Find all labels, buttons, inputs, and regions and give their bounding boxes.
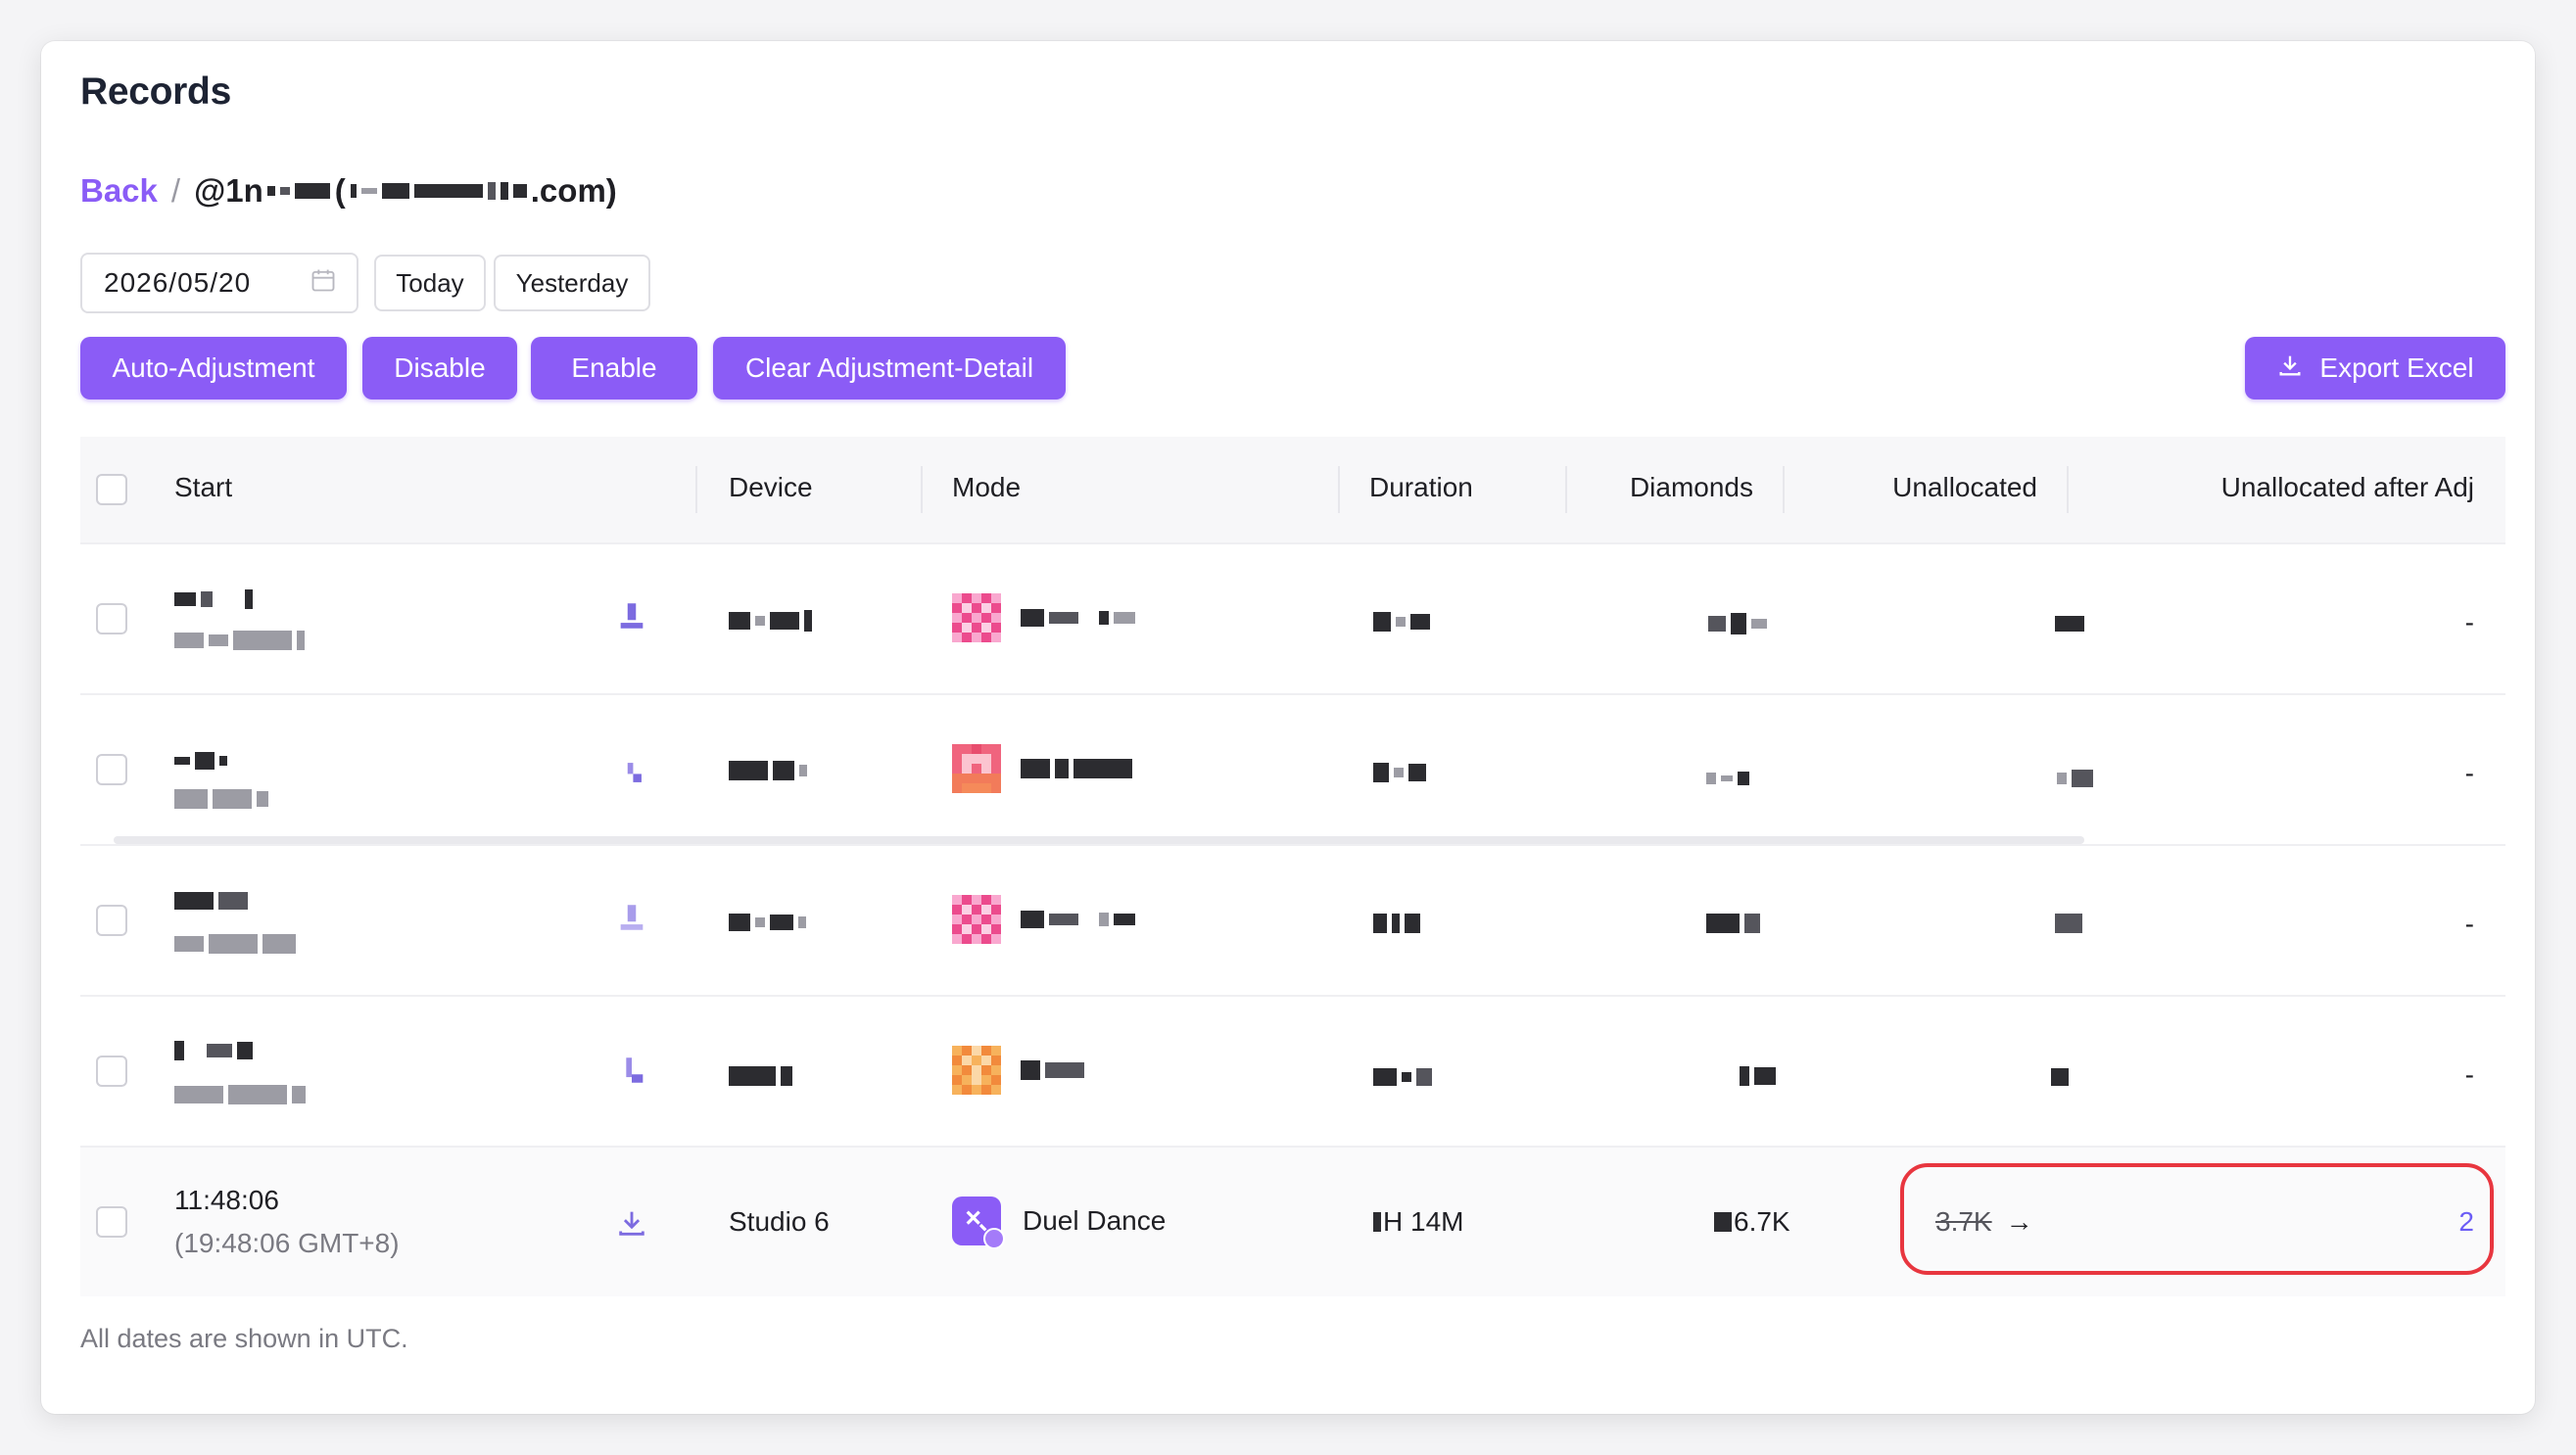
redacted-start	[174, 582, 305, 655]
select-all-checkbox[interactable]	[96, 474, 127, 505]
diamonds-value: 6.7K	[1734, 1206, 1790, 1237]
redacted-device	[729, 1061, 792, 1093]
row-checkbox[interactable]	[96, 1206, 127, 1238]
column-diamonds[interactable]: Diamonds	[1630, 472, 1753, 503]
user-handle-prefix: @1n	[194, 172, 263, 209]
export-excel-button[interactable]: Export Excel	[2245, 337, 2505, 399]
column-start[interactable]: Start	[174, 472, 232, 503]
yesterday-button[interactable]: Yesterday	[494, 255, 650, 311]
user-email-suffix: .com)	[530, 172, 617, 209]
breadcrumb: Back / @1n ( .com)	[80, 172, 617, 210]
records-table: Start Device Mode Duration Diamonds Unal…	[80, 437, 2505, 1296]
mode-cell	[952, 593, 1135, 642]
diamonds-cell: 6.7K	[1714, 1206, 1790, 1238]
download-icon[interactable]	[615, 599, 648, 639]
redacted-duration	[1373, 607, 1430, 638]
download-icon[interactable]	[615, 901, 648, 941]
breadcrumb-separator: /	[170, 172, 181, 209]
column-unallocated-after-adj[interactable]: Unallocated after Adj	[2221, 472, 2474, 503]
download-icon[interactable]	[615, 1206, 648, 1246]
unallocated-after-adj: -	[2464, 607, 2474, 637]
table-row[interactable]: -	[80, 995, 2505, 1146]
redacted-device	[729, 756, 807, 787]
table-header: Start Device Mode Duration Diamonds Unal…	[80, 437, 2505, 542]
unallocated-after-adj-value[interactable]: 2	[2458, 1206, 2474, 1238]
page-title: Records	[80, 70, 231, 113]
duel-dance-icon	[952, 1197, 1005, 1249]
records-card: Records Back / @1n ( .com) 2026/05/20 To…	[41, 41, 2535, 1414]
mode-cell: Duel Dance	[952, 1197, 1167, 1249]
date-value: 2026/05/20	[104, 267, 252, 298]
redacted-diamonds	[1706, 909, 1760, 940]
mode-cell	[952, 744, 1132, 793]
redacted-duration	[1373, 909, 1420, 940]
redacted-duration	[1373, 758, 1426, 789]
redacted-device	[729, 907, 806, 938]
redacted-unallocated	[2051, 1061, 2069, 1093]
table-row[interactable]: -	[80, 693, 2505, 844]
export-excel-label: Export Excel	[2319, 352, 2474, 383]
row-checkbox[interactable]	[96, 754, 127, 785]
redacted-unallocated	[2055, 607, 2084, 638]
column-unallocated[interactable]: Unallocated	[1892, 472, 2037, 503]
unallocated-after-adj: -	[2464, 909, 2474, 939]
unallocated-old-value: 3.7K	[1935, 1206, 1992, 1237]
column-mode[interactable]: Mode	[952, 472, 1021, 503]
mode-icon	[952, 1046, 1001, 1095]
arrow-icon: →	[2005, 1206, 2033, 1237]
table-row[interactable]: -	[80, 542, 2505, 693]
redacted-diamonds	[1708, 607, 1767, 638]
redacted-start	[174, 1036, 306, 1110]
row-checkbox[interactable]	[96, 905, 127, 936]
duration-cell: H 14M	[1373, 1206, 1463, 1238]
mode-name: Duel Dance	[1023, 1205, 1167, 1236]
redacted-start	[174, 885, 296, 959]
disable-button[interactable]: Disable	[362, 337, 517, 399]
row-checkbox[interactable]	[96, 1056, 127, 1087]
mode-icon	[952, 895, 1001, 944]
table-row[interactable]: -	[80, 844, 2505, 995]
duration-value: H 14M	[1383, 1206, 1464, 1237]
start-time: 11:48:06	[174, 1185, 279, 1215]
unallocated-after-adj: -	[2464, 1059, 2474, 1090]
horizontal-scrollbar[interactable]	[114, 836, 2084, 844]
redacted-device	[729, 605, 812, 636]
unallocated-cell: 3.7K →	[1935, 1206, 2033, 1238]
table-row[interactable]: 11:48:06 (19:48:06 GMT+8) Studio 6 Duel …	[80, 1146, 2505, 1296]
clear-adjustment-detail-button[interactable]: Clear Adjustment-Detail	[713, 337, 1066, 399]
mode-cell	[952, 1046, 1084, 1095]
back-link[interactable]: Back	[80, 172, 158, 210]
device-name: Studio 6	[729, 1206, 830, 1237]
timezone-note: All dates are shown in UTC.	[80, 1324, 408, 1353]
calendar-icon	[310, 266, 337, 301]
column-duration[interactable]: Duration	[1369, 472, 1473, 503]
row-checkbox[interactable]	[96, 603, 127, 634]
download-icon[interactable]	[615, 1054, 648, 1094]
redacted-duration	[1373, 1061, 1432, 1093]
mode-icon	[952, 744, 1001, 793]
auto-adjustment-button[interactable]: Auto-Adjustment	[80, 337, 347, 399]
download-icon[interactable]	[615, 756, 648, 796]
redacted-user-info: (	[266, 172, 527, 210]
redacted-unallocated	[2055, 909, 2082, 940]
mode-icon	[952, 593, 1001, 642]
redacted-unallocated	[2057, 760, 2093, 791]
enable-button[interactable]: Enable	[531, 337, 697, 399]
today-button[interactable]: Today	[374, 255, 486, 311]
date-picker[interactable]: 2026/05/20	[80, 253, 358, 313]
unallocated-after-adj: -	[2464, 758, 2474, 788]
breadcrumb-user: @1n ( .com)	[194, 172, 617, 210]
redacted-start	[174, 740, 268, 816]
download-icon	[2276, 352, 2304, 386]
column-device[interactable]: Device	[729, 472, 813, 503]
start-time-local: (19:48:06 GMT+8)	[174, 1228, 400, 1258]
mode-cell	[952, 895, 1135, 944]
redacted-diamonds	[1706, 760, 1749, 791]
redacted-diamonds	[1740, 1061, 1776, 1093]
